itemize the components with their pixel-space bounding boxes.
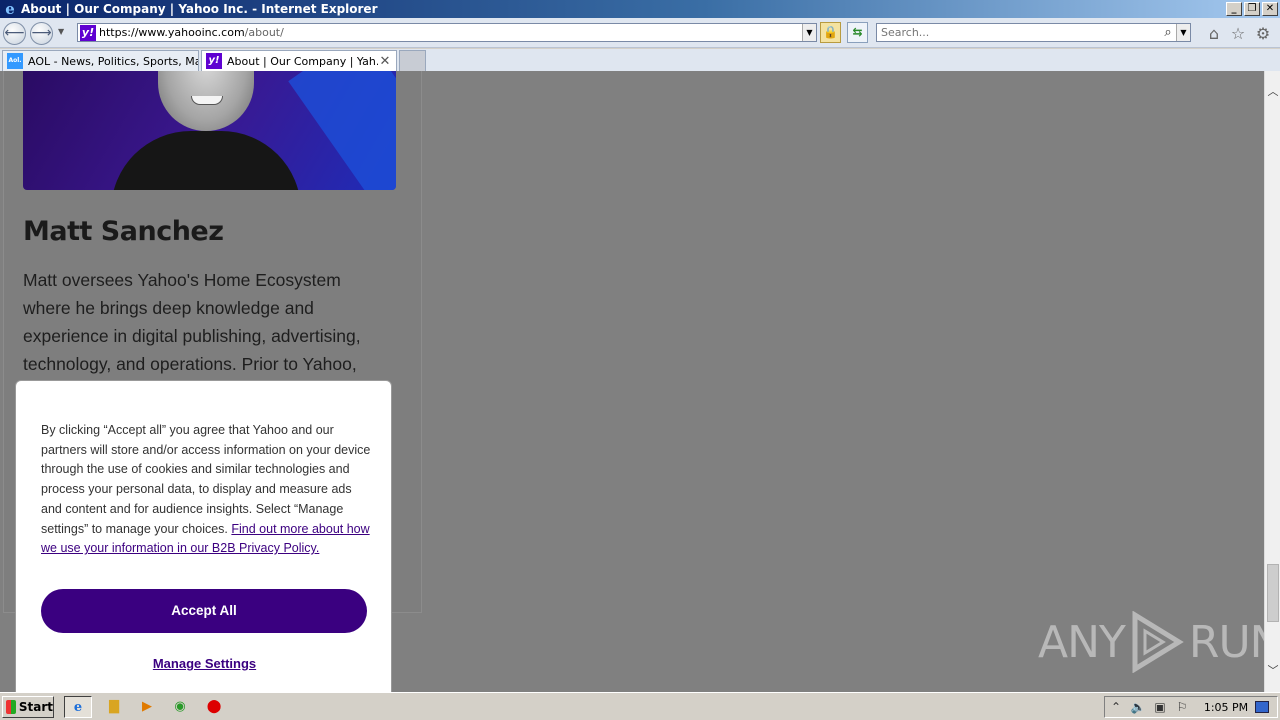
system-tray: ⌃ 🔈 ▣ ⚐ 1:05 PM [1104,696,1278,718]
manage-settings-link[interactable]: Manage Settings [16,656,393,671]
url-path: /about/ [244,26,284,39]
address-dropdown-icon[interactable]: ▼ [802,24,816,41]
yahoo-favicon-icon: y! [80,24,96,41]
window-title: About | Our Company | Yahoo Inc. - Inter… [21,2,378,16]
watermark-left-text: ANY [1038,616,1126,668]
anyrun-watermark: ANY RUN [1038,611,1264,673]
tab-label: AOL - News, Politics, Sports, Ma... [28,54,198,68]
search-dropdown-icon[interactable]: ▼ [1176,24,1190,41]
internet-explorer-icon: e [5,0,15,18]
taskbar-internet-explorer-icon[interactable]: e [64,696,92,718]
new-tab-button[interactable] [399,50,426,71]
navigation-bar: ⟵ ⟶ ▼ y! https://www.yahooinc.com/about/… [0,18,1280,48]
play-triangle-icon [1132,611,1184,673]
tab-yahoo-about[interactable]: y! About | Our Company | Yah... ✕ [201,50,397,71]
person-name: Matt Sanchez [23,216,224,247]
windows-logo-icon [6,700,16,714]
vertical-scrollbar[interactable]: ︿ ﹀ [1264,71,1280,692]
taskbar-stop-icon[interactable]: ⬤ [202,696,226,718]
forward-button[interactable]: ⟶ [30,22,53,45]
search-input[interactable] [877,26,1160,39]
taskbar-folder-icon[interactable]: ▇ [102,696,126,718]
window-controls: _ ❐ ✕ [1226,2,1278,16]
close-window-button[interactable]: ✕ [1262,2,1278,16]
tab-bar: Aol. AOL - News, Politics, Sports, Ma...… [0,49,1280,71]
search-icon[interactable]: ⌕ [1160,25,1176,40]
photo-background-stripe [288,71,396,190]
tab-aol[interactable]: Aol. AOL - News, Politics, Sports, Ma... [2,50,199,71]
back-button[interactable]: ⟵ [3,22,26,45]
watermark-right-text: RUN [1188,616,1264,668]
volume-icon[interactable]: 🔈 [1127,700,1149,714]
tray-expand-icon[interactable]: ⌃ [1105,700,1127,714]
restore-button[interactable]: ❐ [1244,2,1260,16]
minimize-button[interactable]: _ [1226,2,1242,16]
scroll-thumb[interactable] [1267,564,1279,622]
person-photo [23,71,396,190]
back-arrow-icon: ⟵ [4,25,25,41]
windows-taskbar: Start e ▇ ▶ ◉ ⬤ ⌃ 🔈 ▣ ⚐ 1:05 PM [0,692,1280,720]
start-button[interactable]: Start [2,696,54,718]
forward-arrow-icon: ⟶ [31,25,52,41]
home-icon[interactable]: ⌂ [1205,25,1223,43]
taskbar-clock[interactable]: 1:05 PM [1201,701,1251,714]
accept-all-button[interactable]: Accept All [41,589,367,633]
photo-shirt [111,131,301,190]
action-center-flag-icon[interactable]: ⚐ [1171,700,1193,714]
scroll-up-icon[interactable]: ︿ [1265,83,1280,100]
search-box: ⌕ ▼ [876,23,1191,42]
close-tab-icon[interactable]: ✕ [378,54,392,69]
security-lock-icon[interactable]: 🔒 [820,22,841,43]
cookie-consent-dialog: By clicking “Accept all” you agree that … [15,380,392,700]
cookie-body-text: By clicking “Accept all” you agree that … [41,423,371,536]
window-title-bar: e About | Our Company | Yahoo Inc. - Int… [0,0,1280,18]
recent-pages-dropdown-icon[interactable]: ▼ [58,27,64,36]
scroll-down-icon[interactable]: ﹀ [1265,662,1280,679]
yahoo-favicon-icon: y! [206,53,222,69]
start-label: Start [18,700,53,714]
address-bar[interactable]: y! https://www.yahooinc.com/about/ ▼ [77,23,817,42]
cookie-consent-text: By clicking “Accept all” you agree that … [41,421,371,559]
tools-gear-icon[interactable]: ⚙ [1254,25,1272,43]
aol-favicon-icon: Aol. [7,53,23,69]
address-url[interactable]: https://www.yahooinc.com/about/ [99,26,802,39]
network-icon[interactable]: ▣ [1149,700,1171,714]
person-bio: Matt oversees Yahoo's Home Ecosystem whe… [23,270,361,374]
taskbar-media-player-icon[interactable]: ▶ [135,696,159,718]
show-desktop-icon[interactable] [1255,701,1269,713]
refresh-icon[interactable]: ⇆ [847,22,868,43]
tab-label: About | Our Company | Yah... [227,54,378,68]
taskbar-chrome-icon[interactable]: ◉ [168,696,192,718]
photo-smile [191,96,223,105]
favorites-star-icon[interactable]: ☆ [1229,25,1247,43]
url-host: https://www.yahooinc.com [99,26,245,39]
